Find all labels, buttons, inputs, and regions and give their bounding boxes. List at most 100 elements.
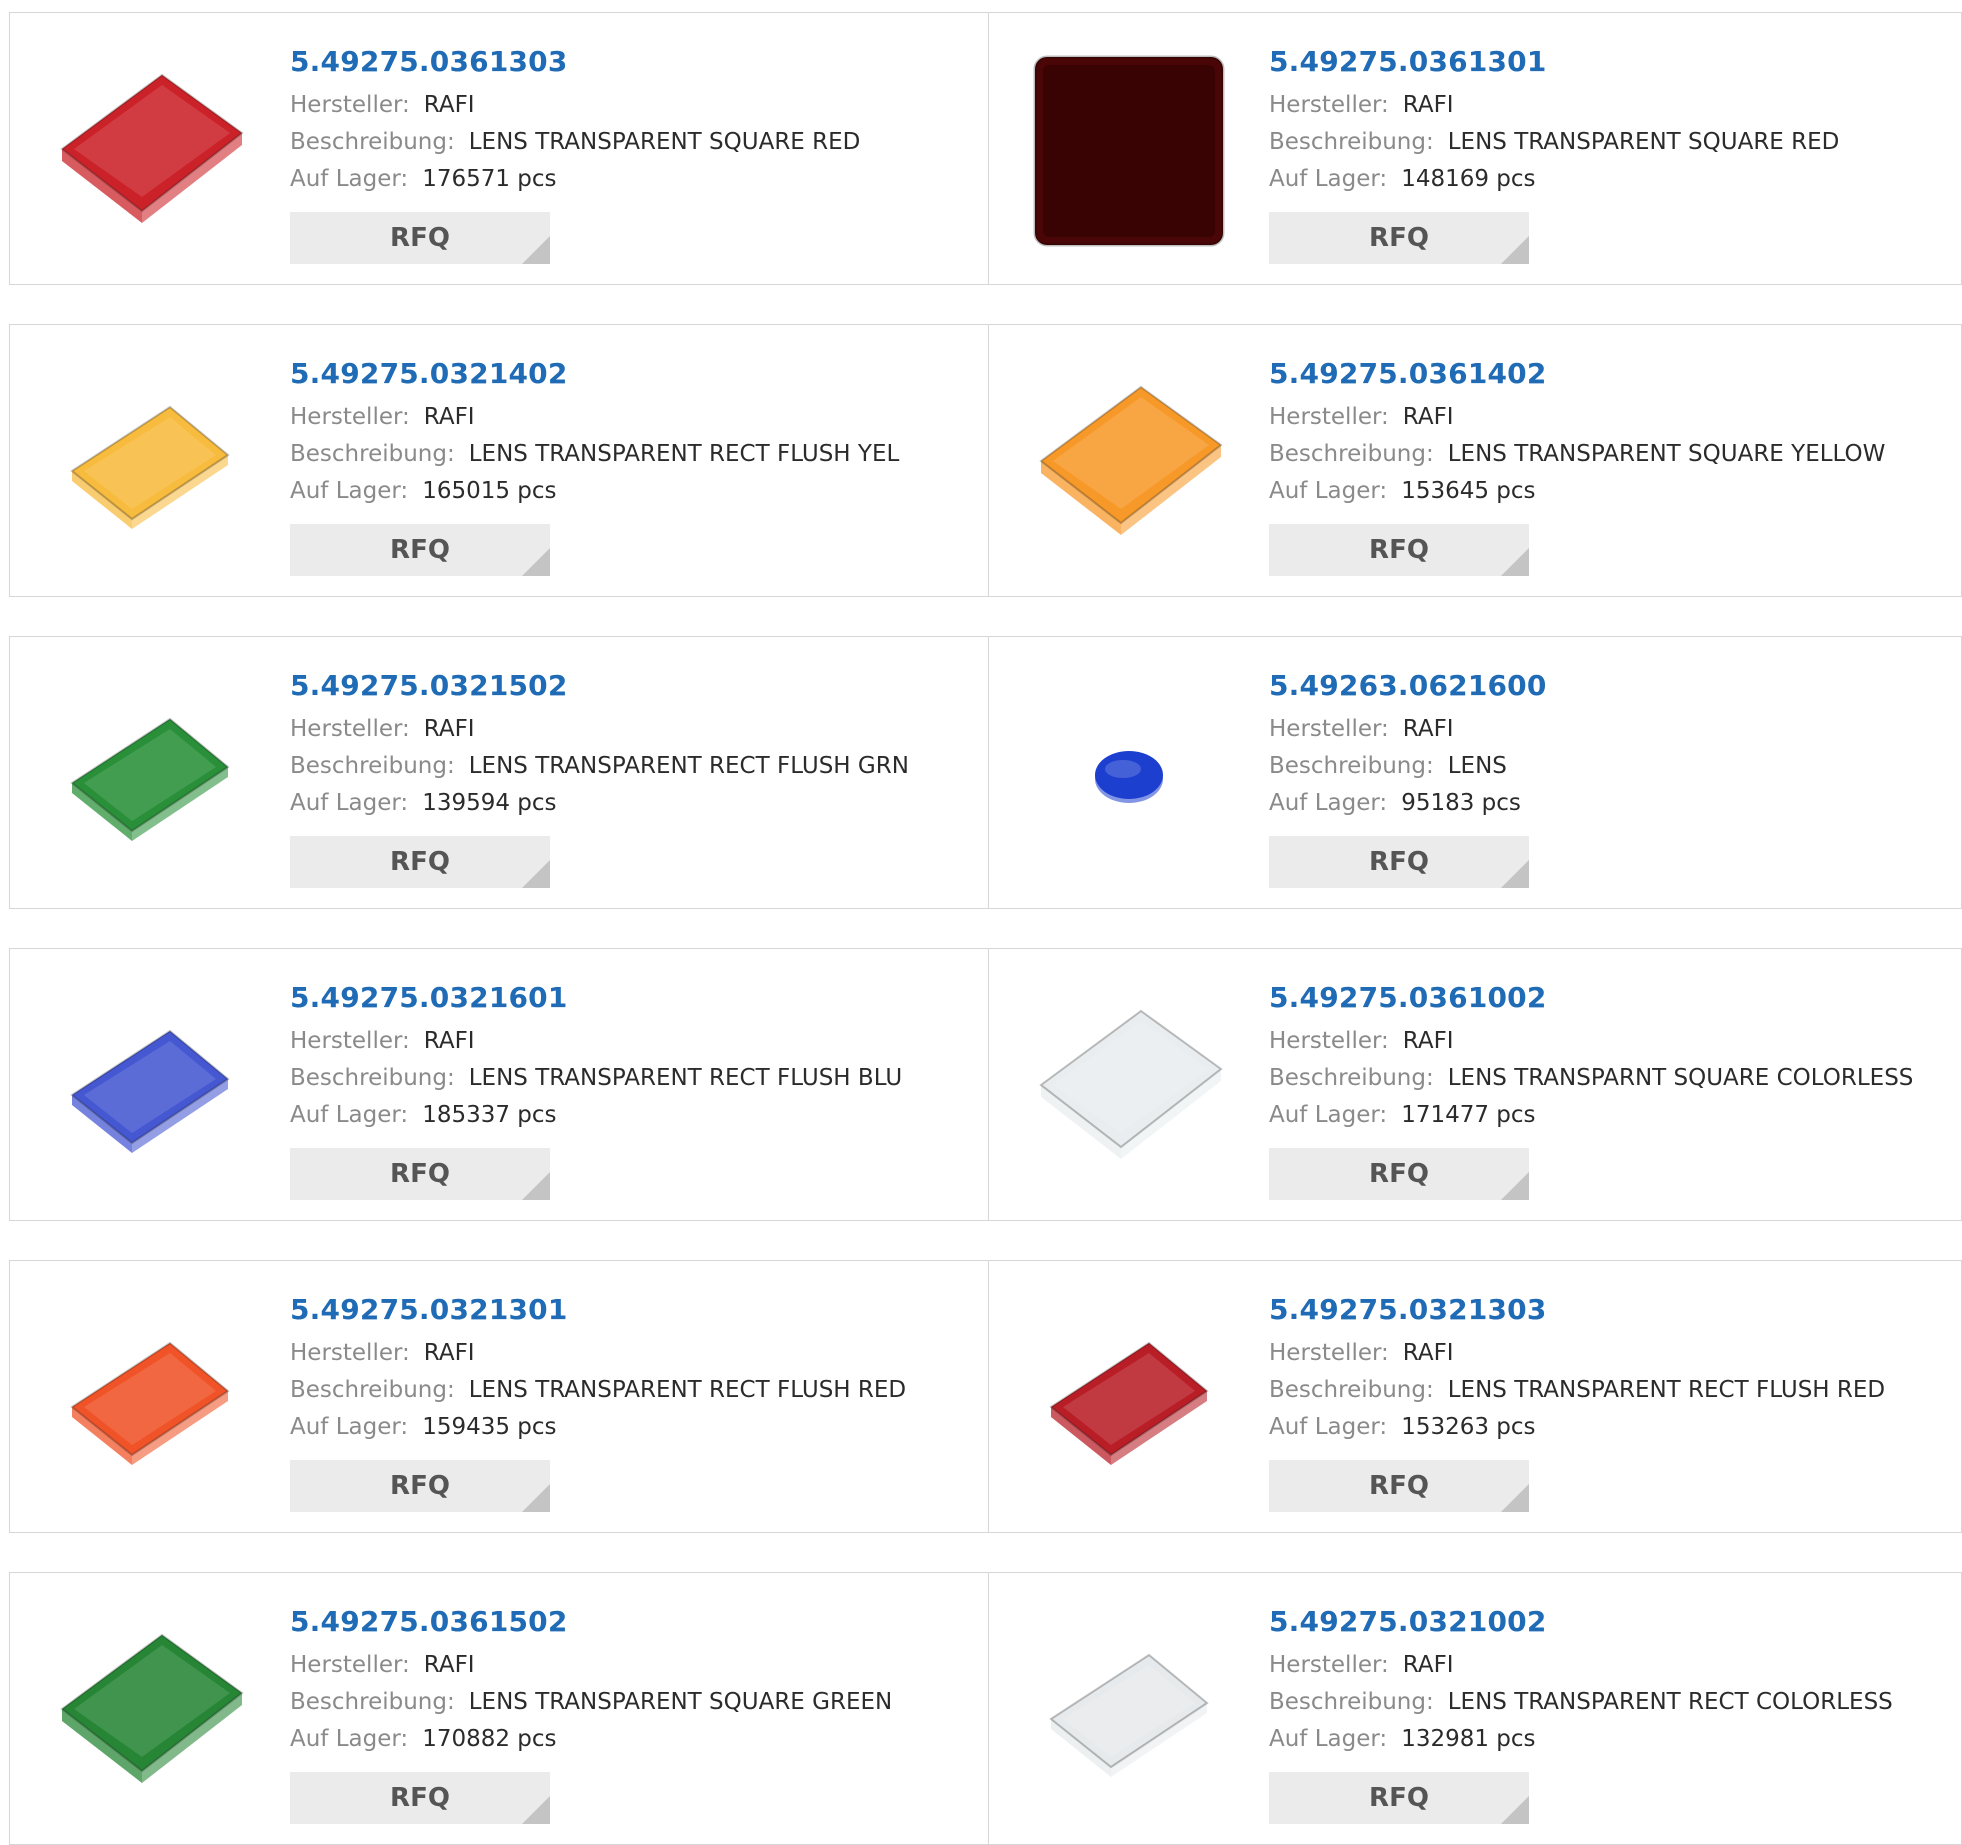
- clear-square-lens-icon[interactable]: [1029, 987, 1229, 1187]
- manufacturer-field: Hersteller: RAFI: [290, 711, 909, 748]
- stock-field-label: Auf Lager:: [1269, 477, 1388, 504]
- stock-field-value: 148169 pcs: [1401, 165, 1536, 192]
- rfq-button[interactable]: RFQ: [290, 1459, 550, 1512]
- manufacturer-field: Hersteller: RAFI: [290, 1647, 892, 1684]
- part-number-link[interactable]: 5.49275.0321303: [1269, 1293, 1885, 1327]
- product-card: 5.49275.0321601 Hersteller: RAFI Beschreibu…: [10, 949, 988, 1220]
- product-card: 5.49275.0361301 Hersteller: RAFI Beschreibu…: [988, 13, 1962, 284]
- stock-field-value: 170882 pcs: [422, 1725, 557, 1752]
- rfq-button[interactable]: RFQ: [1269, 1771, 1529, 1824]
- description-field-value: LENS TRANSPARENT RECT FLUSH BLU: [468, 1064, 903, 1091]
- product-card: 5.49275.0321303 Hersteller: RAFI Beschreibu…: [988, 1261, 1962, 1532]
- product-card: 5.49275.0321402 Hersteller: RAFI Beschreibu…: [10, 325, 988, 596]
- manufacturer-field-label: Hersteller:: [1269, 1339, 1389, 1366]
- manufacturer-field-label: Hersteller:: [290, 715, 410, 742]
- rfq-button[interactable]: RFQ: [290, 523, 550, 576]
- part-number-link[interactable]: 5.49275.0361002: [1269, 981, 1913, 1015]
- stock-field-label: Auf Lager:: [290, 165, 409, 192]
- manufacturer-field: Hersteller: RAFI: [290, 1335, 906, 1372]
- rfq-corner-decoration: [1501, 547, 1529, 576]
- description-field: Beschreibung: LENS TRANSPARENT RECT FLUSH…: [290, 1060, 902, 1097]
- red-square-lens-icon[interactable]: [50, 51, 250, 251]
- stock-field-value: 171477 pcs: [1401, 1101, 1536, 1128]
- stock-field-value: 153263 pcs: [1401, 1413, 1536, 1440]
- part-number-link[interactable]: 5.49263.0621600: [1269, 669, 1547, 703]
- rfq-button-label: RFQ: [1369, 1470, 1429, 1501]
- product-card: 5.49275.0321301 Hersteller: RAFI Beschreibu…: [10, 1261, 988, 1532]
- rfq-button-label: RFQ: [1369, 222, 1429, 253]
- manufacturer-field-label: Hersteller:: [290, 403, 410, 430]
- manufacturer-field: Hersteller: RAFI: [1269, 711, 1547, 748]
- part-number-link[interactable]: 5.49275.0321502: [290, 669, 909, 703]
- clear-rect-lens-icon[interactable]: [1029, 1611, 1229, 1811]
- rfq-button[interactable]: RFQ: [1269, 1147, 1529, 1200]
- rfq-button-label: RFQ: [1369, 534, 1429, 565]
- dark-red-square-lens-icon[interactable]: [1029, 51, 1229, 251]
- rfq-button[interactable]: RFQ: [290, 211, 550, 264]
- product-list: 5.49275.0361303 Hersteller: RAFI Beschreibu…: [0, 0, 1962, 1845]
- description-field: Beschreibung: LENS TRANSPARENT SQUARE YEL…: [1269, 436, 1885, 473]
- rfq-button-label: RFQ: [390, 846, 450, 877]
- part-number-link[interactable]: 5.49275.0321402: [290, 357, 899, 391]
- rfq-button[interactable]: RFQ: [290, 835, 550, 888]
- part-number-link[interactable]: 5.49275.0361502: [290, 1605, 892, 1639]
- part-number-link[interactable]: 5.49275.0361402: [1269, 357, 1885, 391]
- rfq-button[interactable]: RFQ: [1269, 1459, 1529, 1512]
- orange-square-lens-icon[interactable]: [1029, 363, 1229, 563]
- product-card: 5.49275.0361002 Hersteller: RAFI Beschreibu…: [988, 949, 1962, 1220]
- rfq-button[interactable]: RFQ: [1269, 523, 1529, 576]
- rfq-button-label: RFQ: [390, 1470, 450, 1501]
- manufacturer-field-value: RAFI: [423, 1651, 475, 1678]
- description-field: Beschreibung: LENS TRANSPARENT RECT FLUSH…: [290, 748, 909, 785]
- rfq-button[interactable]: RFQ: [290, 1771, 550, 1824]
- product-info: 5.49275.0361002 Hersteller: RAFI Beschreibu…: [1269, 981, 1913, 1200]
- description-field-label: Beschreibung:: [290, 440, 455, 467]
- manufacturer-field: Hersteller: RAFI: [1269, 1647, 1893, 1684]
- stock-field-value: 139594 pcs: [422, 789, 557, 816]
- product-row: 5.49275.0361502 Hersteller: RAFI Beschreibu…: [9, 1572, 1962, 1845]
- manufacturer-field-label: Hersteller:: [1269, 91, 1389, 118]
- rfq-corner-decoration: [522, 1483, 550, 1512]
- yellow-rect-lens-icon[interactable]: [50, 363, 250, 563]
- description-field-value: LENS TRANSPARENT RECT FLUSH GRN: [468, 752, 909, 779]
- rfq-button[interactable]: RFQ: [1269, 211, 1529, 264]
- part-number-link[interactable]: 5.49275.0361301: [1269, 45, 1839, 79]
- stock-field-value: 185337 pcs: [422, 1101, 557, 1128]
- description-field-value: LENS TRANSPARENT RECT FLUSH RED: [1447, 1376, 1886, 1403]
- red-rect-lens-icon[interactable]: [1029, 1299, 1229, 1499]
- description-field-value: LENS TRANSPARENT SQUARE RED: [468, 128, 861, 155]
- orange-red-rect-lens-icon[interactable]: [50, 1299, 250, 1499]
- rfq-corner-decoration: [522, 235, 550, 264]
- manufacturer-field-label: Hersteller:: [1269, 715, 1389, 742]
- part-number-link[interactable]: 5.49275.0361303: [290, 45, 860, 79]
- description-field: Beschreibung: LENS TRANSPARENT RECT FLUSH…: [290, 1372, 906, 1409]
- stock-field-label: Auf Lager:: [1269, 1101, 1388, 1128]
- stock-field: Auf Lager: 132981 pcs: [1269, 1721, 1893, 1758]
- rfq-button[interactable]: RFQ: [1269, 835, 1529, 888]
- stock-field: Auf Lager: 153263 pcs: [1269, 1409, 1885, 1446]
- product-info: 5.49275.0321402 Hersteller: RAFI Beschreibu…: [290, 357, 899, 576]
- stock-field-value: 132981 pcs: [1401, 1725, 1536, 1752]
- description-field-label: Beschreibung:: [290, 128, 455, 155]
- product-info: 5.49275.0361402 Hersteller: RAFI Beschreibu…: [1269, 357, 1885, 576]
- green-rect-lens-icon[interactable]: [50, 675, 250, 875]
- part-number-link[interactable]: 5.49275.0321601: [290, 981, 902, 1015]
- product-card: 5.49275.0321502 Hersteller: RAFI Beschreibu…: [10, 637, 988, 908]
- manufacturer-field-value: RAFI: [1402, 91, 1454, 118]
- part-number-link[interactable]: 5.49275.0321002: [1269, 1605, 1893, 1639]
- rfq-corner-decoration: [522, 547, 550, 576]
- description-field: Beschreibung: LENS TRANSPARENT SQUARE RED: [290, 124, 860, 161]
- blue-rect-lens-icon[interactable]: [50, 987, 250, 1187]
- description-field: Beschreibung: LENS TRANSPARENT RECT FLUSH…: [290, 436, 899, 473]
- green-square-lens-icon[interactable]: [50, 1611, 250, 1811]
- part-number-link[interactable]: 5.49275.0321301: [290, 1293, 906, 1327]
- blue-round-lens-icon[interactable]: [1029, 675, 1229, 875]
- stock-field-label: Auf Lager:: [290, 1725, 409, 1752]
- product-info: 5.49275.0361502 Hersteller: RAFI Beschreibu…: [290, 1605, 892, 1824]
- stock-field-value: 176571 pcs: [422, 165, 557, 192]
- manufacturer-field-label: Hersteller:: [1269, 1651, 1389, 1678]
- product-info: 5.49275.0321303 Hersteller: RAFI Beschreibu…: [1269, 1293, 1885, 1512]
- stock-field: Auf Lager: 153645 pcs: [1269, 473, 1885, 510]
- rfq-button-label: RFQ: [390, 534, 450, 565]
- rfq-button[interactable]: RFQ: [290, 1147, 550, 1200]
